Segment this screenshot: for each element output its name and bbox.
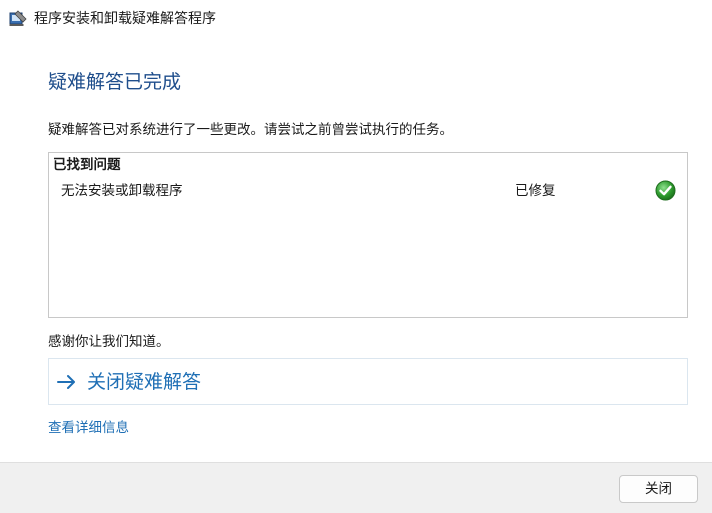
problem-name: 无法安装或卸载程序 <box>61 183 183 199</box>
close-button[interactable]: 关闭 <box>619 475 698 503</box>
close-troubleshooter-link[interactable]: 关闭疑难解答 <box>48 358 688 405</box>
thanks-text: 感谢你让我们知道。 <box>48 334 170 350</box>
window-title: 程序安装和卸载疑难解答程序 <box>34 11 216 27</box>
check-icon <box>655 180 676 201</box>
arrow-right-icon <box>57 373 77 391</box>
problems-found-header: 已找到问题 <box>53 157 121 173</box>
view-details-link[interactable]: 查看详细信息 <box>48 418 129 438</box>
problems-found-list: 已找到问题 无法安装或卸载程序 已修复 <box>48 152 688 318</box>
troubleshooter-app-icon <box>9 10 27 27</box>
close-troubleshooter-label: 关闭疑难解答 <box>87 371 202 393</box>
page-title: 疑难解答已完成 <box>48 71 182 93</box>
result-description: 疑难解答已对系统进行了一些更改。请尝试之前曾尝试执行的任务。 <box>48 122 453 138</box>
problem-status: 已修复 <box>515 183 556 199</box>
footer-bar: 关闭 <box>0 462 712 513</box>
troubleshooter-window: 程序安装和卸载疑难解答程序 疑难解答已完成 疑难解答已对系统进行了一些更改。请尝… <box>0 0 712 513</box>
list-item: 无法安装或卸载程序 已修复 <box>49 179 687 205</box>
title-bar: 程序安装和卸载疑难解答程序 <box>0 0 712 38</box>
